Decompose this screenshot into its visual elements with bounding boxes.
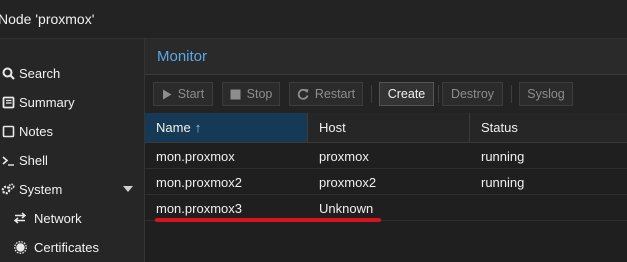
table-row[interactable]: mon.proxmox2 proxmox2 running	[145, 169, 627, 195]
cell-status: running	[481, 148, 525, 164]
restart-button[interactable]: Restart	[289, 82, 363, 106]
sidebar-item-label: System	[19, 181, 63, 197]
chevron-down-icon[interactable]	[123, 186, 133, 192]
terminal-icon	[0, 154, 16, 167]
cell-host: proxmox2	[319, 174, 377, 190]
certificate-icon	[12, 240, 28, 254]
monitor-panel: Monitor Start Stop Restart Create Destro…	[145, 39, 627, 262]
sidebar-item-label: Notes	[19, 123, 53, 139]
cell-status	[470, 195, 627, 221]
sidebar-item-label: Shell	[19, 152, 48, 168]
toolbar: Start Stop Restart Create Destroy Syslog	[145, 75, 627, 113]
sort-ascending-icon: ↑	[194, 120, 202, 135]
cogs-icon	[0, 182, 16, 196]
toolbar-separator	[511, 85, 512, 103]
stop-icon	[230, 89, 241, 100]
cell-host: proxmox	[319, 148, 369, 164]
node-title-bar: Node 'proxmox'	[0, 0, 627, 39]
sidebar-item-label: Summary	[19, 94, 75, 110]
sidebar-item-certificates[interactable]: Certificates	[0, 233, 145, 261]
book-icon	[0, 96, 16, 109]
cell-status: running	[481, 174, 525, 190]
create-button[interactable]: Create	[379, 82, 434, 106]
sidebar-item-network[interactable]: Network	[0, 204, 145, 232]
destroy-button[interactable]: Destroy	[442, 82, 503, 106]
notes-icon	[0, 125, 16, 138]
start-button[interactable]: Start	[153, 82, 213, 106]
table-header: Name ↑ Host Status	[145, 113, 627, 143]
stop-button[interactable]: Stop	[222, 82, 280, 106]
sidebar-item-search[interactable]: Search	[0, 59, 145, 87]
syslog-button[interactable]: Syslog	[519, 82, 573, 106]
sidebar-item-shell[interactable]: Shell	[0, 146, 145, 174]
node-title: Node 'proxmox'	[0, 11, 95, 27]
sidebar-item-notes[interactable]: Notes	[0, 117, 145, 145]
red-underline-annotation	[155, 218, 381, 222]
toolbar-separator	[371, 85, 372, 103]
panel-title: Monitor	[157, 48, 208, 65]
sidebar-item-system[interactable]: System	[0, 175, 145, 203]
table-row[interactable]: mon.proxmox proxmox running	[145, 143, 627, 169]
column-header-host[interactable]: Host	[308, 113, 470, 142]
sidebar-item-summary[interactable]: Summary	[0, 88, 145, 116]
search-icon	[0, 67, 16, 80]
cell-name: mon.proxmox2	[156, 174, 242, 190]
panel-header: Monitor	[145, 39, 627, 75]
refresh-icon	[297, 88, 309, 100]
toolbar-separator	[438, 85, 439, 103]
play-icon	[162, 89, 172, 100]
exchange-icon	[12, 212, 28, 224]
column-header-name[interactable]: Name ↑	[145, 113, 308, 142]
sidebar: Search Summary Notes Shell System Networ…	[0, 39, 145, 262]
sidebar-item-label: Search	[19, 65, 61, 81]
sidebar-item-label: Network	[34, 210, 82, 226]
cell-name: mon.proxmox	[156, 148, 235, 164]
sidebar-item-label: Certificates	[34, 239, 100, 255]
column-header-status[interactable]: Status	[470, 113, 627, 142]
